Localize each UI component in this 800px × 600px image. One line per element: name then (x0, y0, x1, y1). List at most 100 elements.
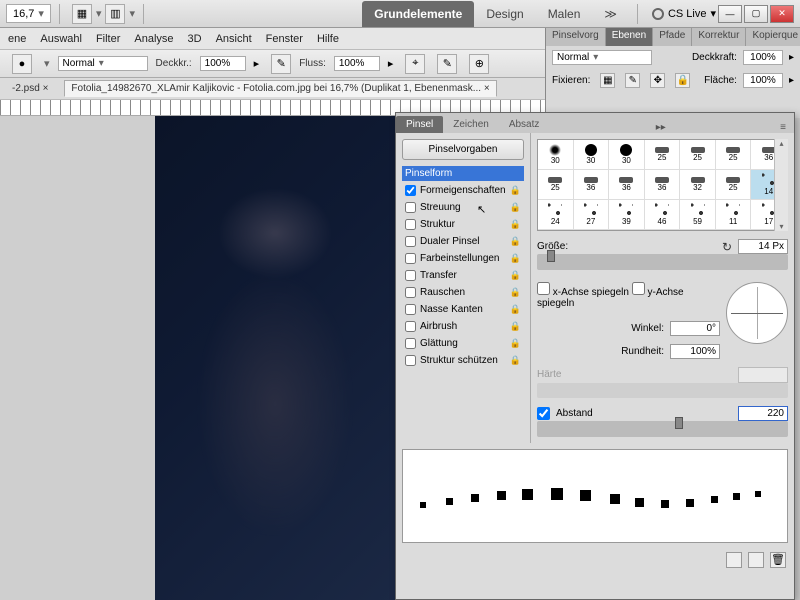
brush-tip[interactable]: 30 (574, 140, 610, 170)
item-struktur[interactable]: Struktur🔒 (402, 217, 524, 232)
airbrush-toggle-icon[interactable]: ⌖ (405, 54, 425, 74)
chk-rauschen[interactable] (405, 287, 416, 298)
brush-grid-scrollbar[interactable] (774, 139, 788, 231)
close-icon[interactable]: × (43, 83, 49, 94)
chk-dualer[interactable] (405, 236, 416, 247)
screen-mode-dropdown[interactable] (92, 7, 102, 20)
chk-struktur[interactable] (405, 219, 416, 230)
opacity-input[interactable]: 100% (200, 56, 246, 71)
lock-icon[interactable]: 🔒 (510, 202, 521, 213)
lock-all-icon[interactable]: 🔒 (675, 73, 690, 88)
menu-auswahl[interactable]: Auswahl (40, 33, 82, 45)
item-pinselform[interactable]: Pinselform (402, 166, 524, 181)
window-close[interactable]: ✕ (770, 5, 794, 23)
layer-blend-mode[interactable]: Normal (552, 50, 652, 65)
trash-icon[interactable]: 🗑 (770, 552, 786, 568)
tab-zeichen[interactable]: Zeichen (443, 116, 499, 133)
brush-tip[interactable]: 11 (716, 200, 752, 230)
lock-icon[interactable]: 🔒 (510, 321, 521, 332)
chk-nasse[interactable] (405, 304, 416, 315)
lock-icon[interactable]: 🔒 (510, 287, 521, 298)
brush-tip[interactable]: 25 (645, 140, 681, 170)
menu-analyse[interactable]: Analyse (134, 33, 173, 45)
brush-tip[interactable]: 27 (574, 200, 610, 230)
item-transfer[interactable]: Transfer🔒 (402, 268, 524, 283)
item-streuung[interactable]: Streuung↖🔒 (402, 200, 524, 215)
brush-presets-button[interactable]: Pinselvorgaben (402, 139, 524, 160)
brush-tip[interactable]: 25 (680, 140, 716, 170)
brush-tip[interactable]: 30 (538, 140, 574, 170)
tablet-size-icon[interactable]: ✎ (437, 54, 457, 74)
fill-input[interactable]: 100% (743, 73, 783, 88)
lock-pixels-icon[interactable]: ✎ (625, 73, 640, 88)
brush-preset-dropdown[interactable] (40, 57, 50, 70)
item-rauschen[interactable]: Rauschen🔒 (402, 285, 524, 300)
brush-tip[interactable]: 36 (574, 170, 610, 200)
workspace-more[interactable]: ≫ (592, 1, 629, 27)
size-slider[interactable] (537, 254, 788, 270)
doc-tab-2[interactable]: Fotolia_14982670_XLAmir Kaljikovic - Fot… (64, 80, 496, 97)
lock-position-icon[interactable]: ✥ (650, 73, 665, 88)
menu-ansicht[interactable]: Ansicht (216, 33, 252, 45)
angle-input[interactable]: 0° (670, 321, 720, 336)
roundness-input[interactable]: 100% (670, 344, 720, 359)
document-canvas[interactable] (155, 116, 400, 600)
workspace-design[interactable]: Design (474, 1, 535, 27)
item-farbeinstellungen[interactable]: Farbeinstellungen🔒 (402, 251, 524, 266)
menu-ene[interactable]: ene (8, 33, 26, 45)
panel-collapse-icon[interactable]: ▸▸ (648, 122, 674, 133)
brush-tip[interactable]: 32 (680, 170, 716, 200)
tab-korrekturen[interactable]: Korrektur (692, 28, 746, 46)
tab-pfade[interactable]: Pfade (653, 28, 692, 46)
flow-arrow[interactable]: ▸ (388, 57, 394, 70)
opacity-arrow[interactable]: ▸ (254, 57, 260, 70)
item-formeigenschaften[interactable]: Formeigenschaften🔒 (402, 183, 524, 198)
chk-spacing[interactable] (537, 407, 550, 420)
chk-flip-y[interactable] (632, 282, 645, 295)
tab-absatz[interactable]: Absatz (499, 116, 550, 133)
zoom-level[interactable]: 16,7 (6, 4, 51, 23)
brush-tip[interactable]: 30 (609, 140, 645, 170)
lock-icon[interactable]: 🔒 (510, 236, 521, 247)
brush-tip[interactable]: 36 (645, 170, 681, 200)
brush-tip-grid[interactable]: 30 30 30 25 25 25 36 25 36 36 36 32 25 1… (537, 139, 788, 231)
close-icon[interactable]: × (484, 83, 490, 94)
brush-tip[interactable]: 36 (609, 170, 645, 200)
tab-ebenen[interactable]: Ebenen (606, 28, 653, 46)
brush-tip[interactable]: 25 (538, 170, 574, 200)
reset-size-icon[interactable]: ↻ (722, 240, 732, 254)
chk-streuung[interactable] (405, 202, 416, 213)
panel-menu-icon[interactable]: ≡ (772, 122, 794, 133)
arrange-dropdown[interactable] (125, 7, 135, 20)
menu-hilfe[interactable]: Hilfe (317, 33, 339, 45)
spacing-input[interactable]: 220 (738, 406, 788, 421)
lock-icon[interactable]: 🔒 (510, 338, 521, 349)
lock-icon[interactable]: 🔒 (510, 304, 521, 315)
tablet-opacity-icon[interactable]: ✎ (271, 54, 291, 74)
brush-tip[interactable]: 39 (609, 200, 645, 230)
angle-widget[interactable] (726, 282, 788, 344)
item-glaettung[interactable]: Glättung🔒 (402, 336, 524, 351)
lock-icon[interactable]: 🔒 (510, 253, 521, 264)
flow-input[interactable]: 100% (334, 56, 380, 71)
tab-pinselvorgaben[interactable]: Pinselvorg (546, 28, 606, 46)
item-airbrush[interactable]: Airbrush🔒 (402, 319, 524, 334)
spacing-slider[interactable] (537, 421, 788, 437)
chk-farbe[interactable] (405, 253, 416, 264)
tab-kopierquelle[interactable]: Kopierque (746, 28, 800, 46)
menu-filter[interactable]: Filter (96, 33, 120, 45)
lock-icon[interactable]: 🔒 (510, 219, 521, 230)
symmetry-icon[interactable]: ⊕ (469, 54, 489, 74)
lock-icon[interactable]: 🔒 (510, 355, 521, 366)
doc-tab-1[interactable]: -2.psd × (6, 81, 54, 96)
cslive-button[interactable]: CS Live ▾ (652, 7, 716, 20)
chk-strukturschutz[interactable] (405, 355, 416, 366)
screen-mode-icon[interactable]: ▦ (72, 4, 92, 24)
window-maximize[interactable]: ▢ (744, 5, 768, 23)
lock-icon[interactable]: 🔒 (510, 185, 521, 196)
item-dualer-pinsel[interactable]: Dualer Pinsel🔒 (402, 234, 524, 249)
new-brush-icon[interactable] (748, 552, 764, 568)
size-input[interactable]: 14 Px (738, 239, 788, 254)
workspace-malen[interactable]: Malen (536, 1, 593, 27)
chk-airbrush[interactable] (405, 321, 416, 332)
